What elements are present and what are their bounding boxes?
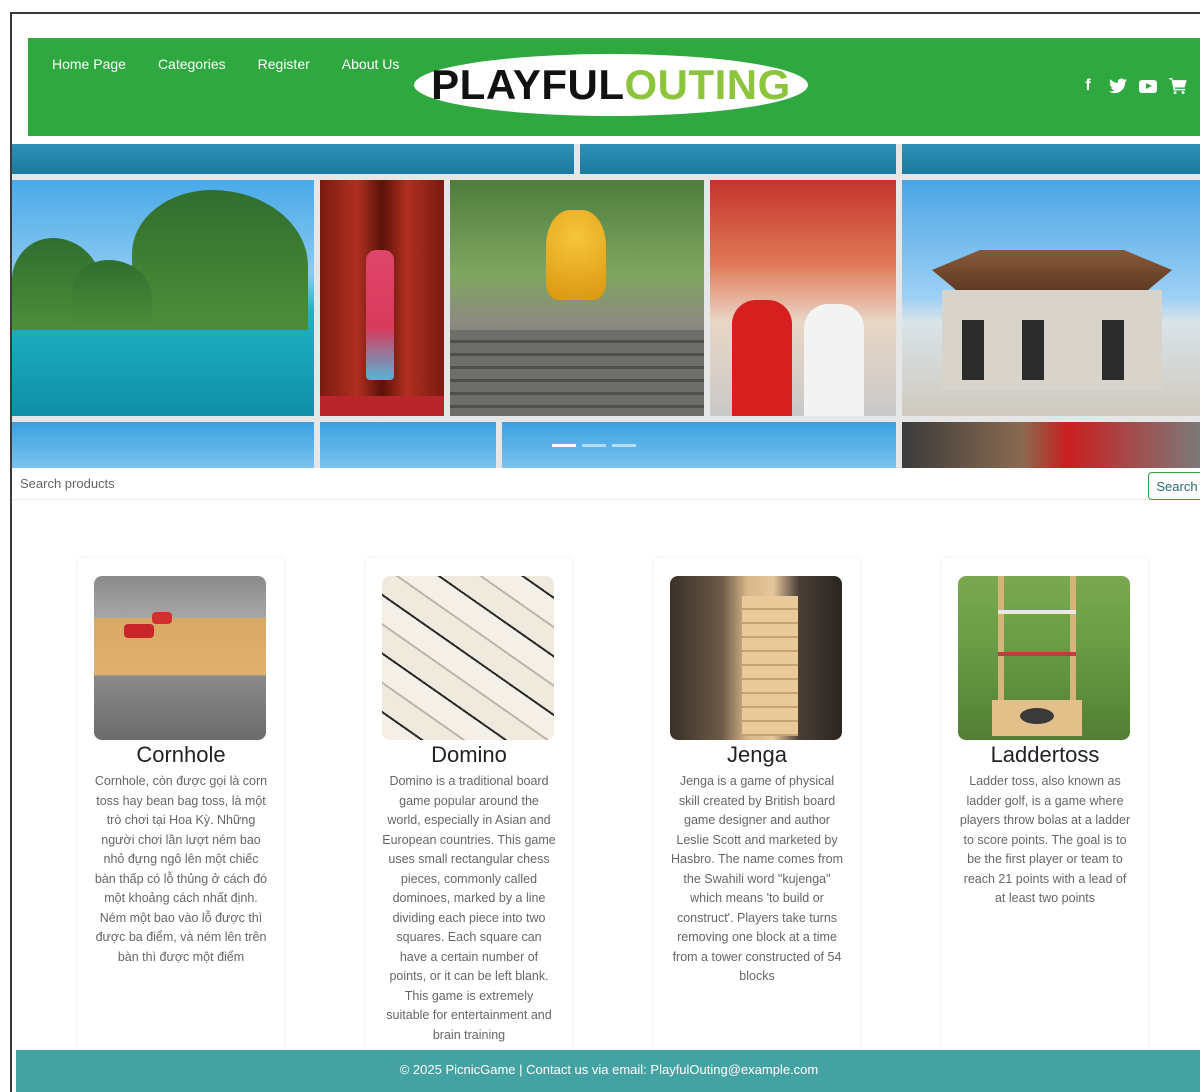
banner-photo [12,144,574,174]
product-image-laddertoss[interactable] [958,576,1130,740]
nav-categories-link[interactable]: Categories [158,56,226,72]
product-title[interactable]: Laddertoss [942,742,1148,768]
product-title[interactable]: Cornhole [78,742,284,768]
carousel-dot[interactable] [612,444,636,447]
product-description: Domino is a traditional board game popul… [382,774,556,1042]
search-input[interactable] [20,476,1120,491]
product-image-jenga[interactable] [670,576,842,740]
footer-text: © 2025 PicnicGame | Contact us via email… [399,1062,819,1077]
product-card[interactable]: Cornhole Cornhole, còn được gọi là corn … [78,558,284,1058]
cart-icon[interactable] [1168,76,1188,96]
logo-text-playful: PLAYFUL [431,61,625,108]
product-description: Cornhole, còn được gọi là corn toss hay … [94,774,268,964]
banner-photo [12,422,314,468]
carousel-dot[interactable] [552,444,576,447]
banner-photo [902,144,1200,174]
search-button[interactable]: Search [1148,472,1200,500]
banner-photo-travellers [710,180,896,416]
banner-photo [580,144,896,174]
banner-photo [320,422,496,468]
site-logo[interactable]: PLAYFUL OUTING [414,54,808,116]
product-card[interactable]: Laddertoss Ladder toss, also known as la… [942,558,1148,1058]
product-title[interactable]: Jenga [654,742,860,768]
carousel-dot[interactable] [582,444,606,447]
product-card[interactable]: Domino Domino is a traditional board gam… [366,558,572,1058]
product-description: Ladder toss, also known as ladder golf, … [959,774,1131,905]
page-frame: Home Page Categories Register About Us P… [10,12,1200,1092]
social-links: f [1078,76,1188,96]
main-nav: Home Page Categories Register About Us [52,56,399,72]
product-image-cornhole[interactable] [94,576,266,740]
facebook-icon[interactable]: f [1078,76,1098,96]
nav-about-link[interactable]: About Us [342,56,400,72]
banner-photo [902,422,1200,468]
product-description: Jenga is a game of physical skill create… [670,774,844,983]
banner-photo-pagoda [902,180,1200,416]
nav-home-link[interactable]: Home Page [52,56,126,72]
banner-photo-halong-bay [12,180,314,416]
header-bar: Home Page Categories Register About Us P… [28,38,1200,136]
youtube-icon[interactable] [1138,76,1158,96]
logo-text-outing: OUTING [624,61,791,108]
product-card[interactable]: Jenga Jenga is a game of physical skill … [654,558,860,1058]
nav-register-link[interactable]: Register [258,56,310,72]
product-image-domino[interactable] [382,576,554,740]
twitter-icon[interactable] [1108,76,1128,96]
carousel-indicators [552,444,636,447]
search-bar: Search [12,470,1200,500]
site-footer: © 2025 PicnicGame | Contact us via email… [16,1050,1200,1092]
banner-photo-temple-door [320,180,444,416]
hero-photo-collage[interactable] [12,144,1200,468]
product-grid: Cornhole Cornhole, còn được gọi là corn … [78,558,1148,1058]
product-title[interactable]: Domino [366,742,572,768]
banner-photo-golden-buddha [450,180,704,416]
